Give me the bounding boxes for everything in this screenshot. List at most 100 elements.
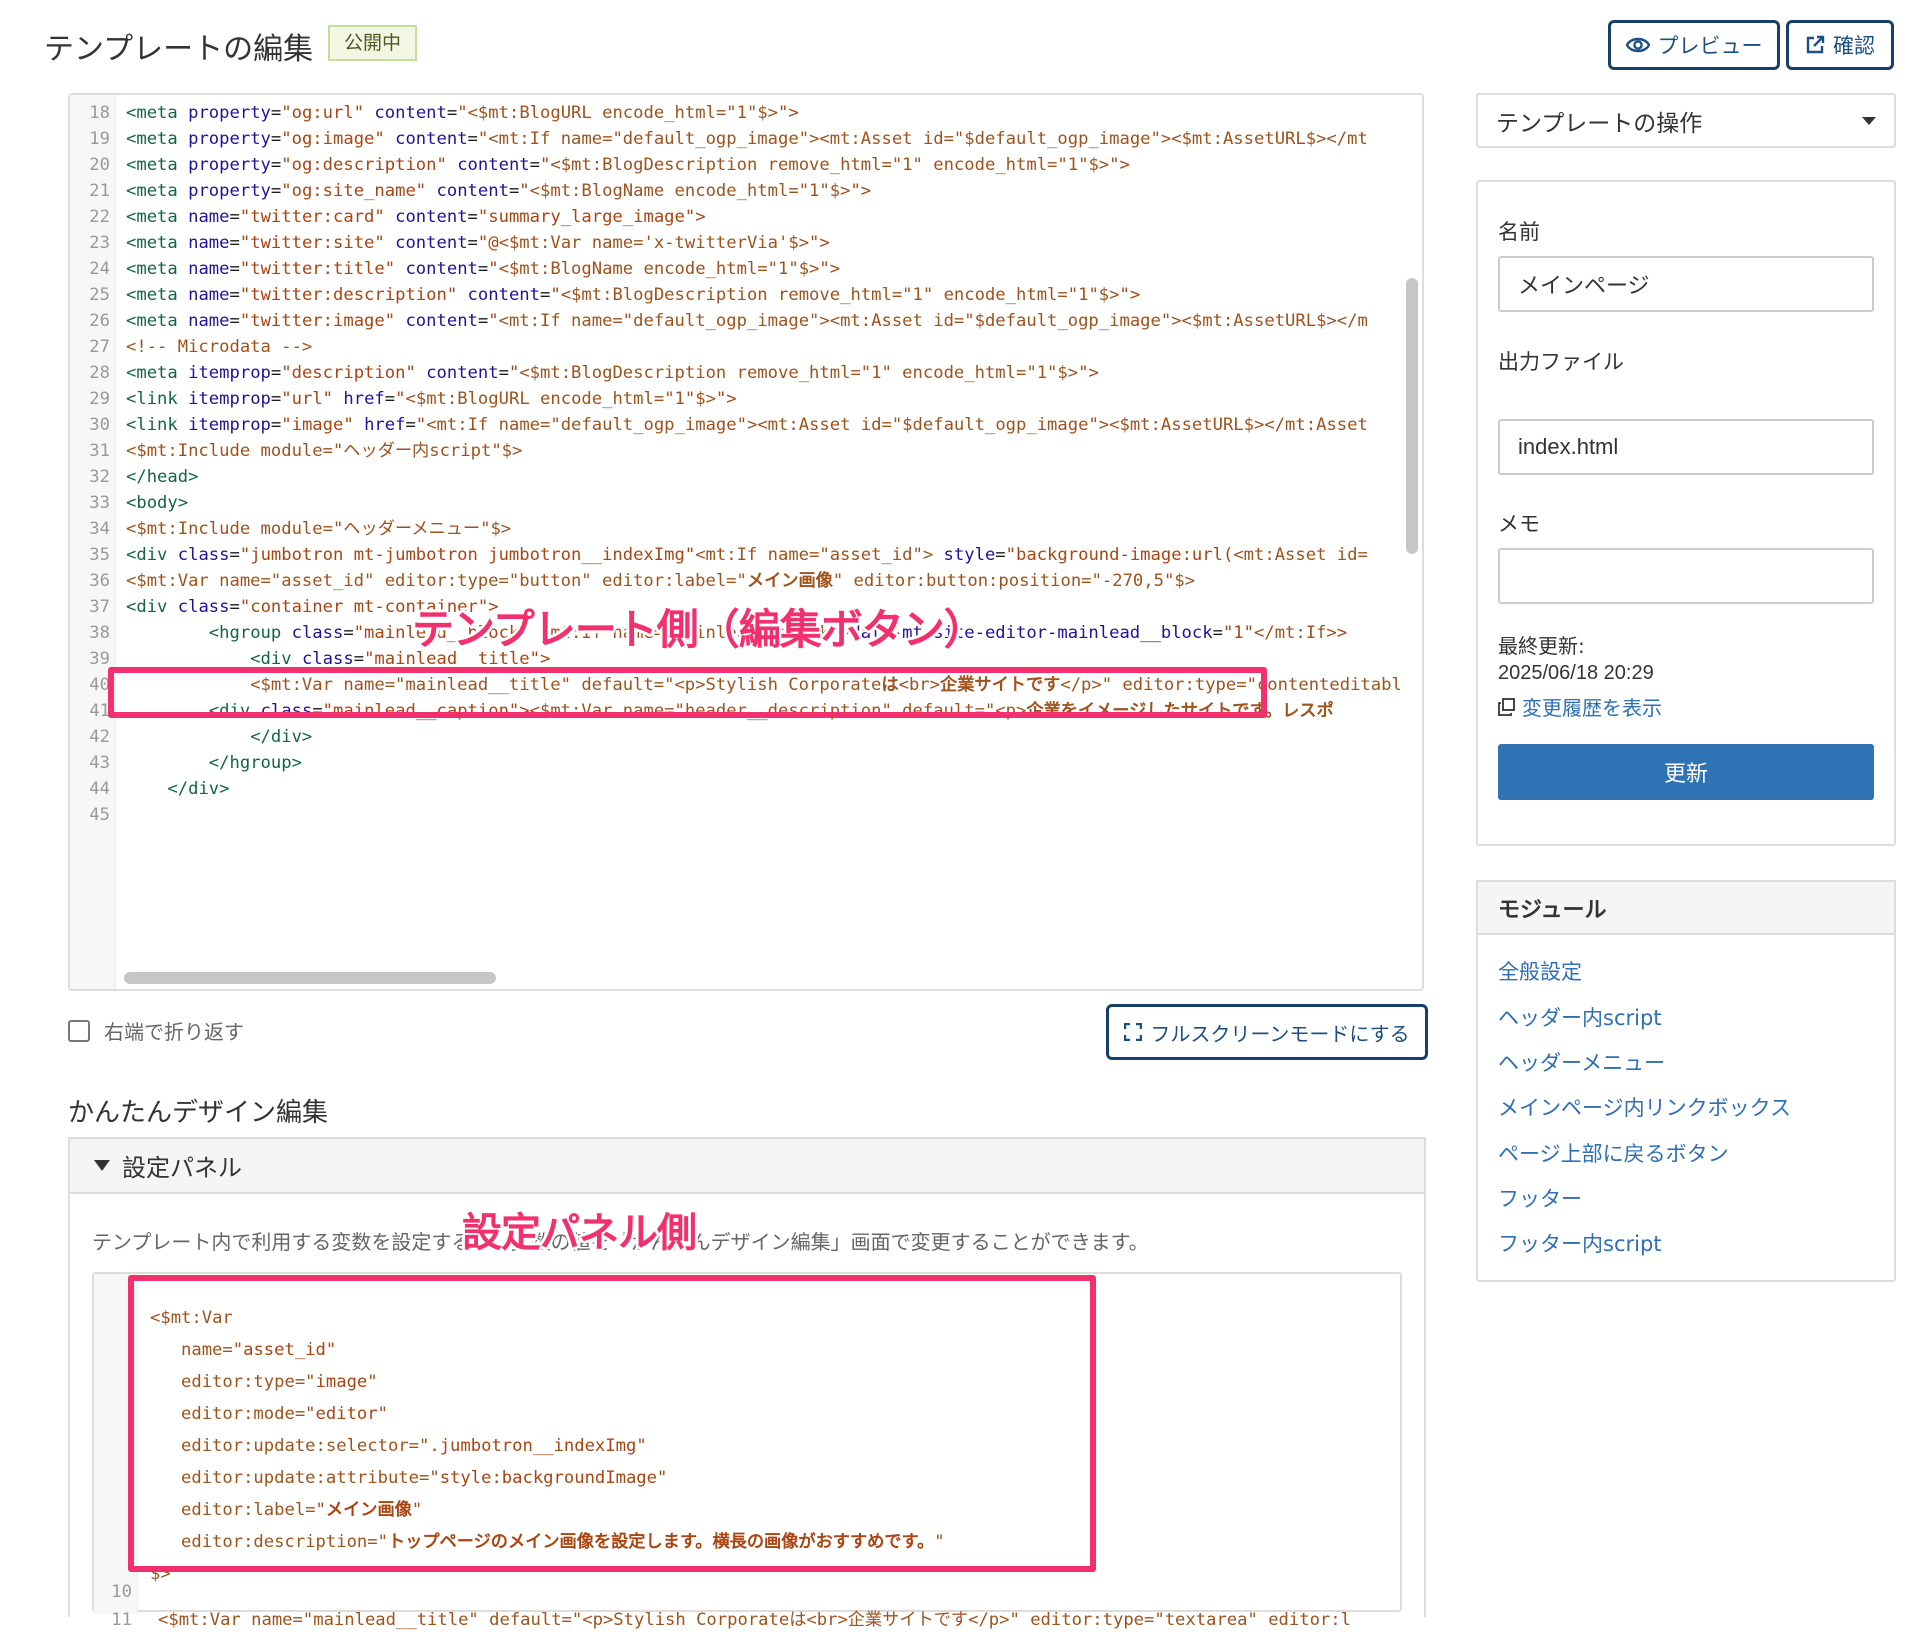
code-token: = [508,181,520,201]
expand-icon [1124,1023,1143,1041]
code-token: " [519,181,530,201]
module-link[interactable]: メインページ内リンクボックス [1498,1092,1791,1122]
memo-field[interactable] [1498,548,1874,604]
code-token: <link [126,389,178,409]
code-token: <body> [126,493,189,513]
code-token: class [177,545,230,565]
name-field[interactable] [1498,256,1874,312]
module-link[interactable]: 全般設定 [1498,956,1582,986]
line-code: <meta property="og:site_name" content="<… [116,181,871,201]
code-token: class [177,597,230,617]
code-token: content [457,155,530,175]
module-link[interactable]: フッター内script [1498,1228,1662,1258]
code-token: class [301,649,354,669]
code-token: "> [1078,363,1099,383]
wrap-checkbox[interactable] [68,1019,90,1042]
line-code: </div> [116,779,229,799]
line-code: <body> [116,493,188,513]
code-token: " editor:button:position="-270,5"$> [832,571,1195,591]
code-token: </mt:If> [1254,623,1337,643]
code-token: = [270,181,282,201]
settings-panel-toggle[interactable]: 設定パネル [68,1137,1426,1194]
code-token: "> [778,103,799,123]
code-token: "url" [281,389,334,409]
fullscreen-button[interactable]: フルスクリーンモードにする [1106,1004,1428,1060]
horizontal-scrollbar[interactable] [124,972,496,984]
code-token: <$mt:BlogURL encode_html="1"$> [467,103,779,123]
module-link[interactable]: ヘッダー内script [1498,1002,1662,1032]
code-token: "twitter:card" [239,207,385,227]
line-code: <$mt:Var name="asset_id" editor:type="bu… [116,571,1195,591]
code-token: "@ [477,233,499,253]
preview-button[interactable]: プレビュー [1608,20,1780,70]
code-token: <hgroup [208,623,282,643]
line-code: <link itemprop="url" href="<$mt:BlogURL … [116,389,737,409]
line-code: <meta itemprop="description" content="<$… [116,363,1099,383]
code-token: content [426,363,499,383]
code-token: content [395,129,468,149]
code-token: メイン画像 [746,571,833,591]
preview-label: プレビュー [1657,34,1763,58]
code-token: = [405,415,416,435]
code-token: "> [819,259,841,279]
code-token: = [446,103,458,123]
code-token: = [467,207,478,227]
code-token: "summary_large_image"> [477,207,706,227]
code-token: " [415,415,427,435]
template-side-annotation: テンプレート側（編集ボタン） [412,605,986,654]
wrap-option[interactable]: 右端で折り返す [68,1016,244,1045]
code-token: content [395,233,468,253]
code-token: "og:url" [281,103,365,123]
code-token: <$mt:Var name="asset_id" editor:type="bu… [126,571,747,591]
history-link[interactable]: 変更履歴を表示 [1498,692,1662,721]
output-file-field[interactable] [1498,419,1874,475]
code-token: "twitter:title" [239,259,396,279]
module-link[interactable]: ヘッダーメニュー [1498,1047,1665,1077]
code-token: = [229,311,240,331]
module-link[interactable]: フッター [1498,1183,1582,1213]
code-token: content [405,259,478,279]
code-token: name [188,259,230,279]
wrap-label: 右端で折り返す [104,1020,244,1044]
code-token: "og:description" [281,155,447,175]
status-badge: 公開中 [328,25,418,61]
code-token: "> [850,181,872,201]
code-token: "image" [281,415,354,435]
code-token: <mt:If name="default_ogp_image"><mt:Asse… [488,129,1368,149]
confirm-button[interactable]: 確認 [1786,20,1894,70]
easy-design-title: かんたんデザイン編集 [68,1098,329,1128]
code-token: = [229,545,240,565]
code-token: = [229,259,240,279]
panel-side-annotation: 設定パネル側 [462,1210,697,1256]
code-token: <$mt:BlogDescription remove_html="1" enc… [550,155,1110,175]
line-code: <meta property="og:image" content="<mt:I… [116,129,1368,149]
code-token: = [529,155,540,175]
line-code: <meta property="og:url" content="<$mt:Bl… [116,103,799,123]
panel-line-number: 11 [111,1610,132,1630]
modules-title: モジュール [1476,880,1896,935]
update-button[interactable]: 更新 [1498,744,1874,800]
vertical-scrollbar[interactable] [1406,278,1418,554]
module-link[interactable]: ページ上部に戻るボタン [1498,1138,1729,1168]
code-token: " [488,311,499,331]
template-operations-select[interactable]: テンプレートの操作 [1476,93,1896,148]
line-code: <meta name="twitter:title" content="<$mt… [116,259,840,279]
code-token: <$mt:BlogDescription remove_html="1" enc… [519,363,1079,383]
code-token: <!-- Microdata --> [126,337,313,357]
code-token: = [343,623,354,643]
template-code-editor[interactable]: 18 <meta property="og:url" content="<$mt:… [68,93,1424,991]
code-token: = [539,285,551,305]
code-token: <mt:Asset id= [1233,545,1368,565]
code-token: " [457,103,468,123]
code-token: <meta [126,207,178,227]
code-token: </head> [126,467,199,487]
